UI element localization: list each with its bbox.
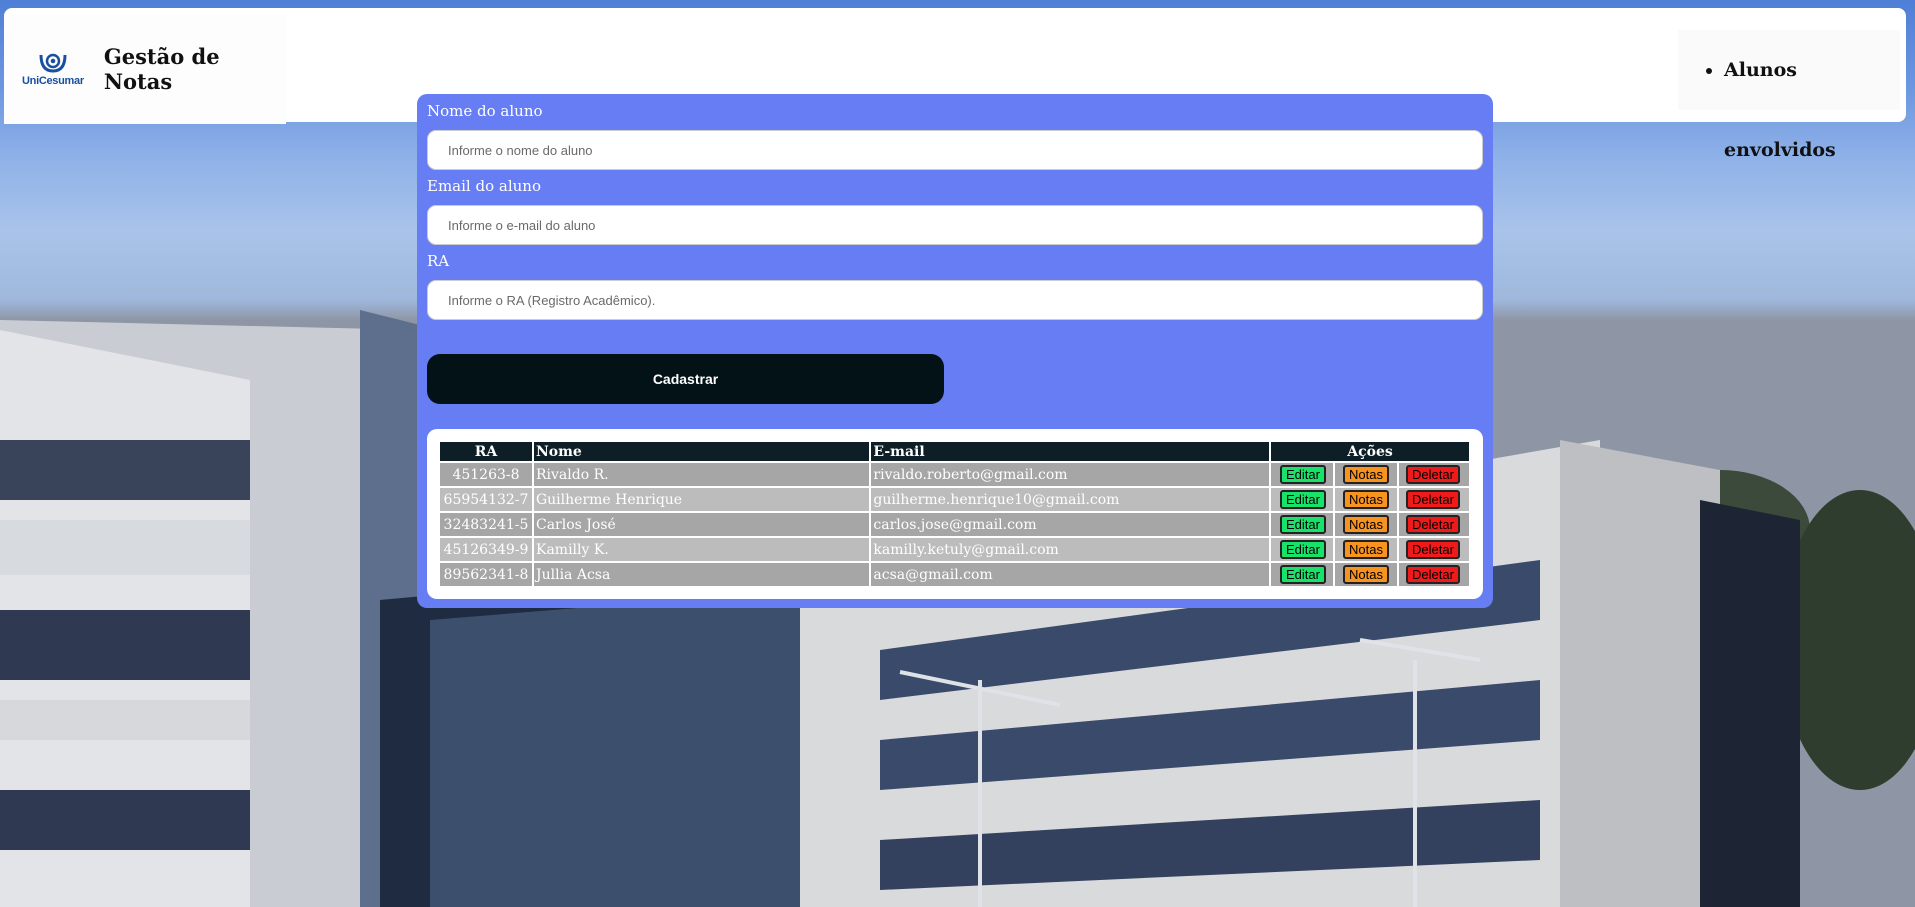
- notes-button[interactable]: Notas: [1343, 540, 1389, 559]
- cell-nome: Guilherme Henrique: [533, 488, 870, 511]
- logo-emblem-icon: [39, 53, 67, 73]
- ra-input[interactable]: [427, 280, 1483, 320]
- cell-nome: Carlos José: [533, 513, 870, 536]
- cell-actions: Editar Notas Deletar: [1271, 563, 1469, 586]
- name-input[interactable]: [427, 130, 1483, 170]
- action-cell: Editar: [1273, 540, 1333, 559]
- students-table-container: RA Nome E-mail Ações 451263-8 Rivaldo R. r…: [427, 429, 1483, 599]
- cell-actions: Editar Notas Deletar: [1271, 513, 1469, 536]
- table-row: 32483241-5 Carlos José carlos.jose@gmail.c…: [440, 513, 1469, 536]
- students-table: RA Nome E-mail Ações 451263-8 Rivaldo R. r…: [438, 440, 1471, 588]
- notes-button[interactable]: Notas: [1343, 515, 1389, 534]
- table-header-row: RA Nome E-mail Ações: [440, 442, 1469, 461]
- page-title: Gestão de Notas: [103, 44, 220, 94]
- row-actions: Editar Notas Deletar: [1273, 513, 1467, 536]
- page: UniCesumar Gestão de Notas Alunos envolv…: [0, 0, 1915, 907]
- edit-button[interactable]: Editar: [1280, 465, 1326, 484]
- unicesumar-logo-icon: UniCesumar: [22, 47, 84, 91]
- delete-button[interactable]: Deletar: [1406, 490, 1460, 509]
- cell-nome: Jullia Acsa: [533, 563, 870, 586]
- cell-ra: 32483241-5: [440, 513, 532, 536]
- action-cell: Editar: [1273, 565, 1333, 584]
- edit-button[interactable]: Editar: [1280, 565, 1326, 584]
- table-row: 45126349-9 Kamilly K. kamilly.ketuly@gmail…: [440, 538, 1469, 561]
- cadastrar-button[interactable]: Cadastrar: [427, 354, 944, 404]
- cell-nome: Kamilly K.: [533, 538, 870, 561]
- logo-text: UniCesumar: [22, 74, 84, 87]
- action-cell: Deletar: [1399, 540, 1467, 559]
- table-row: 65954132-7 Guilherme Henrique guilherme.he…: [440, 488, 1469, 511]
- action-cell: Notas: [1335, 565, 1397, 584]
- row-actions: Editar Notas Deletar: [1273, 488, 1467, 511]
- row-actions: Editar Notas Deletar: [1273, 463, 1467, 486]
- action-cell: Editar: [1273, 465, 1333, 484]
- cell-nome: Rivaldo R.: [533, 463, 870, 486]
- edit-button[interactable]: Editar: [1280, 515, 1326, 534]
- action-cell: Deletar: [1399, 465, 1467, 484]
- cell-ra: 45126349-9: [440, 538, 532, 561]
- column-header-ra: RA: [440, 442, 532, 461]
- action-cell: Editar: [1273, 515, 1333, 534]
- ra-label: RA: [427, 252, 450, 270]
- action-cell: Notas: [1335, 465, 1397, 484]
- notes-button[interactable]: Notas: [1343, 465, 1389, 484]
- row-actions: Editar Notas Deletar: [1273, 563, 1467, 586]
- action-cell: Deletar: [1399, 515, 1467, 534]
- edit-button[interactable]: Editar: [1280, 540, 1326, 559]
- edit-button[interactable]: Editar: [1280, 490, 1326, 509]
- delete-button[interactable]: Deletar: [1406, 565, 1460, 584]
- action-cell: Notas: [1335, 540, 1397, 559]
- delete-button[interactable]: Deletar: [1406, 540, 1460, 559]
- action-cell: Notas: [1335, 490, 1397, 509]
- action-cell: Editar: [1273, 490, 1333, 509]
- notes-button[interactable]: Notas: [1343, 565, 1389, 584]
- nav-item-alunos-envolvidos[interactable]: Alunos envolvidos: [1724, 30, 1900, 190]
- table-row: 451263-8 Rivaldo R. rivaldo.roberto@gmail.…: [440, 463, 1469, 486]
- email-input[interactable]: [427, 205, 1483, 245]
- action-cell: Notas: [1335, 515, 1397, 534]
- cell-email: carlos.jose@gmail.com: [871, 513, 1269, 536]
- cell-actions: Editar Notas Deletar: [1271, 488, 1469, 511]
- column-header-email: E-mail: [871, 442, 1269, 461]
- cell-email: acsa@gmail.com: [871, 563, 1269, 586]
- cell-email: guilherme.henrique10@gmail.com: [871, 488, 1269, 511]
- table-row: 89562341-8 Jullia Acsa acsa@gmail.com Edita…: [440, 563, 1469, 586]
- top-nav: Alunos envolvidos: [1678, 30, 1900, 161]
- row-actions: Editar Notas Deletar: [1273, 538, 1467, 561]
- cell-ra: 65954132-7: [440, 488, 532, 511]
- column-header-nome: Nome: [533, 442, 870, 461]
- action-cell: Deletar: [1399, 565, 1467, 584]
- cell-ra: 89562341-8: [440, 563, 532, 586]
- delete-button[interactable]: Deletar: [1406, 515, 1460, 534]
- action-cell: Deletar: [1399, 490, 1467, 509]
- notes-button[interactable]: Notas: [1343, 490, 1389, 509]
- name-label: Nome do aluno: [427, 102, 543, 120]
- column-header-acoes: Ações: [1271, 442, 1469, 461]
- student-form-card: Nome do aluno Email do aluno RA Cadastra…: [417, 94, 1493, 608]
- cell-actions: Editar Notas Deletar: [1271, 463, 1469, 486]
- cell-actions: Editar Notas Deletar: [1271, 538, 1469, 561]
- cell-email: rivaldo.roberto@gmail.com: [871, 463, 1269, 486]
- cell-ra: 451263-8: [440, 463, 532, 486]
- delete-button[interactable]: Deletar: [1406, 465, 1460, 484]
- email-label: Email do aluno: [427, 177, 541, 195]
- cell-email: kamilly.ketuly@gmail.com: [871, 538, 1269, 561]
- brand: UniCesumar Gestão de Notas: [4, 14, 286, 124]
